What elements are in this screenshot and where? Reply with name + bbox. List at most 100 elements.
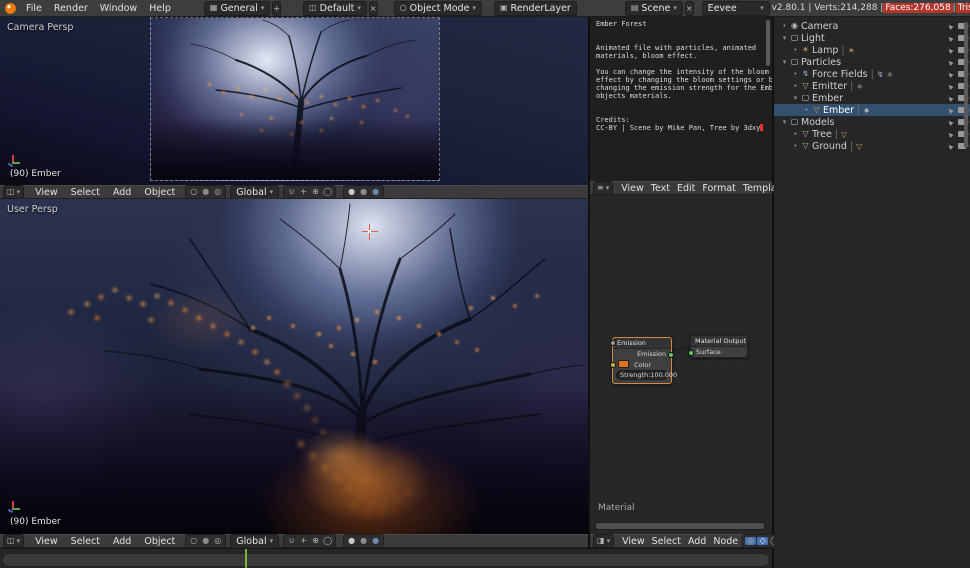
menu-view[interactable]: View [29, 536, 64, 547]
render-engine-select[interactable]: Eevee ▾ [701, 0, 770, 16]
color-input-row[interactable]: Color [610, 359, 671, 369]
outliner-row-camera[interactable]: • ◉ Camera ▶ [774, 20, 970, 32]
color-swatch[interactable] [618, 360, 629, 368]
add-workspace-button[interactable]: + [272, 0, 282, 16]
menu-format[interactable]: Format [699, 183, 738, 194]
shading-group[interactable] [343, 534, 385, 548]
selectable-toggle-icon[interactable]: ▶ [947, 46, 955, 54]
menu-add[interactable]: Add [107, 536, 137, 547]
expand-icon[interactable]: ▾ [780, 118, 789, 126]
editor-type-button[interactable]: ▾ [593, 534, 615, 548]
shader-editor[interactable]: Emission Emission Color Strength:100.000… [590, 195, 772, 534]
mode-icon-group[interactable] [185, 185, 227, 199]
blender-logo-icon[interactable] [5, 2, 16, 14]
playhead[interactable] [245, 549, 247, 568]
outliner-row-tree[interactable]: • ▽ Tree | ▽ ▶ [774, 128, 970, 140]
selectable-toggle-icon[interactable]: ▶ [947, 106, 955, 114]
transform-orientation-select[interactable]: Global ▾ [230, 184, 280, 200]
menu-edit[interactable]: Edit [674, 183, 698, 194]
strength-field[interactable]: Strength:100.000 [610, 340, 677, 380]
menu-text[interactable]: Text [648, 183, 673, 194]
force-field-data-icon[interactable]: ∗ [887, 70, 894, 79]
viewport-user[interactable]: User Persp (90) Ember [0, 199, 588, 534]
delete-layout-button[interactable]: × [368, 0, 378, 16]
menu-view[interactable]: View [29, 187, 64, 198]
shader-socket-icon[interactable] [668, 352, 674, 358]
layout-select[interactable]: Default ▾ [303, 0, 367, 16]
text-editor[interactable]: Ember Forest Animated file with particle… [590, 17, 772, 181]
selectable-toggle-icon[interactable]: ▶ [947, 142, 955, 150]
viewport-camera[interactable]: Camera Persp (90) Ember [0, 17, 588, 185]
timeline[interactable] [0, 548, 772, 568]
selectable-toggle-icon[interactable]: ▶ [947, 34, 955, 42]
use-nodes-toggle[interactable] [745, 537, 757, 545]
menu-window[interactable]: Window [95, 3, 142, 14]
outliner-row-emitter[interactable]: • ▽ Emitter | ∗ ▶ [774, 80, 970, 92]
shading-group[interactable] [343, 185, 385, 199]
workspace-select[interactable]: General ▾ [203, 0, 271, 16]
outliner-row-ground[interactable]: • ▽ Ground | ▽ ▶ [774, 140, 970, 152]
mode-icon-group[interactable] [185, 534, 227, 548]
pin-icon[interactable] [757, 537, 769, 545]
view-layer-select[interactable]: RenderLayer [493, 0, 577, 16]
delete-scene-button[interactable]: × [684, 0, 694, 16]
selectable-toggle-icon[interactable]: ▶ [947, 22, 955, 30]
selectable-toggle-icon[interactable]: ▶ [947, 82, 955, 90]
emission-node[interactable]: Emission Emission Color Strength:100.000 [610, 337, 677, 384]
outliner-row-models[interactable]: ▾ ▢ Models ▶ [774, 116, 970, 128]
selectable-toggle-icon[interactable]: ▶ [947, 70, 955, 78]
outliner-row-light[interactable]: ▾ ▢ Light ▶ [774, 32, 970, 44]
editor-type-button[interactable]: ▾ [593, 181, 614, 195]
value-socket-icon[interactable] [610, 340, 616, 346]
expand-icon[interactable]: ▾ [791, 94, 800, 102]
mesh-data-icon[interactable]: ▽ [841, 130, 847, 139]
selectable-toggle-icon[interactable]: ▶ [947, 58, 955, 66]
scene-select[interactable]: Scene ▾ [624, 0, 683, 16]
shader-socket-icon[interactable] [688, 350, 694, 356]
menu-select[interactable]: Select [649, 536, 684, 547]
particles-data-icon[interactable]: ∗ [856, 82, 863, 91]
snap-group[interactable] [283, 185, 337, 199]
menu-file[interactable]: File [21, 3, 47, 14]
outliner-row-ember-collection[interactable]: ▾ ▢ Ember ▶ [774, 92, 970, 104]
material-output-node[interactable]: Material Output Surface [688, 335, 748, 358]
menu-add[interactable]: Add [685, 536, 709, 547]
expand-icon[interactable]: ▾ [780, 58, 789, 66]
mode-select[interactable]: Object Mode ▾ [393, 0, 482, 16]
outliner-row-particles[interactable]: ▾ ▢ Particles ▶ [774, 56, 970, 68]
menu-render[interactable]: Render [49, 3, 93, 14]
transform-orientation-select[interactable]: Global ▾ [230, 533, 280, 549]
menu-view[interactable]: View [618, 183, 647, 194]
editor-type-button[interactable]: ▾ [3, 534, 25, 548]
selectable-toggle-icon[interactable]: ▶ [947, 130, 955, 138]
text-editor-content[interactable]: Ember Forest Animated file with particle… [596, 20, 772, 132]
timeline-scrollbar[interactable] [2, 553, 770, 567]
menu-view[interactable]: View [619, 536, 648, 547]
emission-output-socket-row[interactable]: Emission [613, 349, 674, 359]
light-data-icon[interactable]: ☀ [848, 46, 855, 55]
text-editor-scrollbar[interactable] [766, 20, 770, 66]
color-socket-icon[interactable] [610, 362, 616, 368]
outliner-row-force-fields[interactable]: • ↯ Force Fields | ↯ ∗ ▶ [774, 68, 970, 80]
surface-input-row[interactable]: Surface [688, 347, 747, 357]
outliner[interactable]: • ◉ Camera ▶ ▾ ▢ Light ▶ • ☀ Lamp | ☀ ▶ … [774, 17, 970, 568]
menu-select[interactable]: Select [65, 187, 106, 198]
expand-icon[interactable]: ▾ [780, 34, 789, 42]
horizontal-scrollbar[interactable] [595, 522, 765, 530]
menu-node[interactable]: Node [710, 536, 741, 547]
menu-object[interactable]: Object [138, 536, 181, 547]
editor-type-button[interactable]: ▾ [3, 185, 25, 199]
menu-help[interactable]: Help [144, 3, 176, 14]
snap-group[interactable] [283, 534, 337, 548]
mesh-data-icon[interactable]: ▽ [856, 142, 862, 151]
menu-select[interactable]: Select [65, 536, 106, 547]
particles-data-icon[interactable]: ∗ [863, 106, 870, 115]
outliner-row-ember-object[interactable]: • ▽ Ember | ∗ ▶ [774, 104, 970, 116]
selectable-toggle-icon[interactable]: ▶ [947, 94, 955, 102]
menu-object[interactable]: Object [138, 187, 181, 198]
outliner-row-lamp[interactable]: • ☀ Lamp | ☀ ▶ [774, 44, 970, 56]
menu-add[interactable]: Add [107, 187, 137, 198]
selectable-toggle-icon[interactable]: ▶ [947, 118, 955, 126]
force-field-data-icon[interactable]: ↯ [877, 70, 884, 79]
outliner-scrollbar[interactable] [964, 22, 968, 148]
